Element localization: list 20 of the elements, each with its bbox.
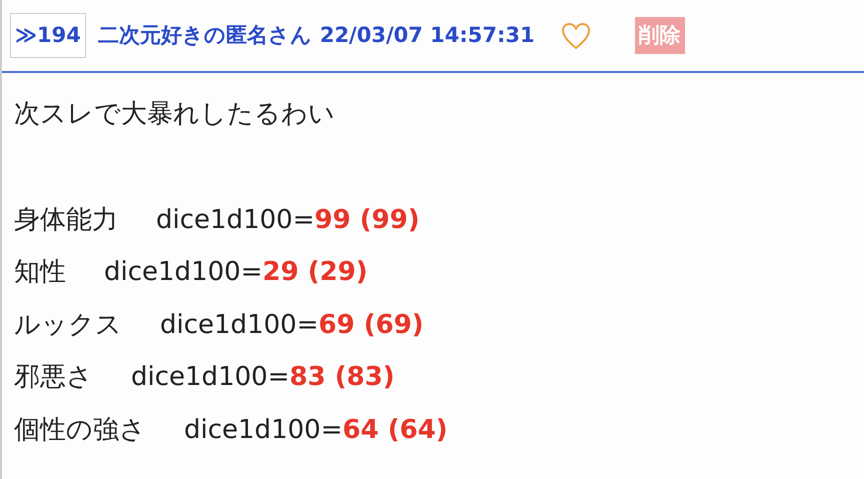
heart-icon[interactable] (560, 22, 591, 50)
post-timestamp: 22/03/07 14:57:31 (320, 22, 535, 49)
dice-expression: dice1d100= (160, 308, 318, 342)
stat-label: 身体能力 (14, 204, 118, 237)
stat-label: 知性 (14, 256, 66, 290)
dice-result: 99 (99) (314, 204, 420, 237)
dice-result: 64 (64) (342, 414, 448, 447)
dice-expression: dice1d100= (156, 204, 314, 237)
dice-expression: dice1d100= (184, 414, 342, 447)
message-text: 次スレで大暴れしたるわい (14, 98, 336, 131)
stat-label: 邪悪さ (14, 361, 93, 394)
dice-expression: dice1d100= (131, 361, 290, 394)
dice-result: 29 (29) (262, 256, 368, 290)
author-name: 二次元好きの匿名さん (98, 22, 312, 49)
dice-result: 83 (83) (289, 361, 395, 394)
dice-expression: dice1d100= (104, 256, 262, 290)
stat-label: 個性の強さ (14, 414, 146, 447)
post-number-link[interactable]: ≫194 (10, 12, 86, 58)
dice-result: 69 (69) (318, 308, 424, 342)
stat-label: ルックス (14, 308, 122, 342)
